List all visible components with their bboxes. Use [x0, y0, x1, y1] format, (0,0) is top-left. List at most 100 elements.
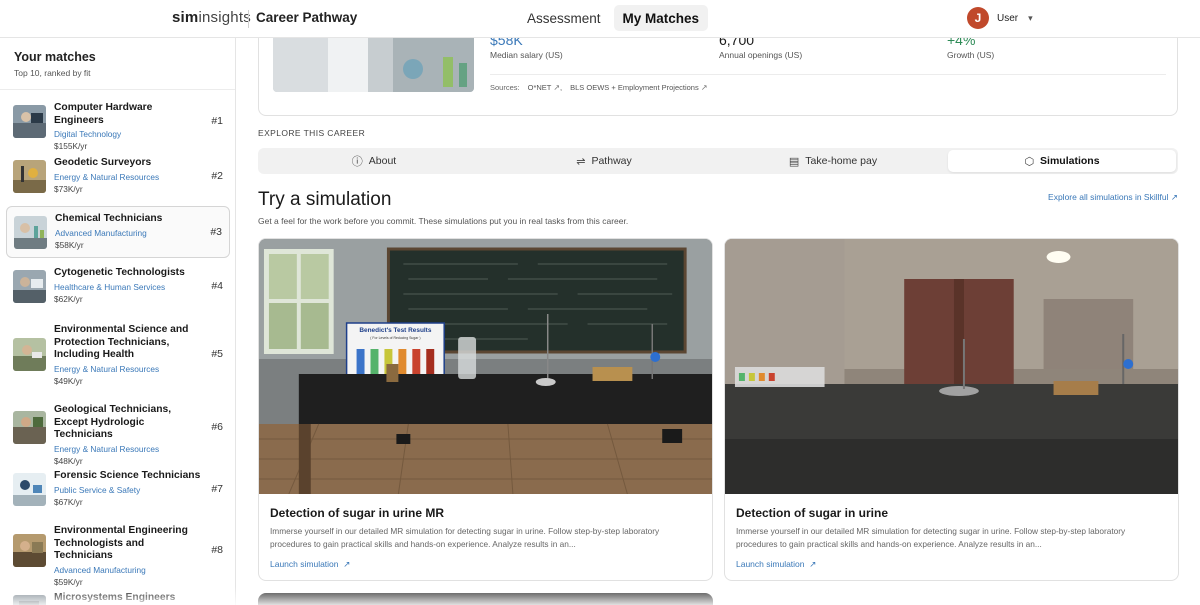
chevron-down-icon[interactable]: ▾	[1028, 13, 1033, 24]
stat-label: Growth (US)	[947, 50, 995, 60]
match-rank: #7	[211, 483, 223, 495]
brand-divider	[248, 10, 249, 28]
match-pay: $58K/yr	[55, 239, 84, 250]
match-item[interactable]: Computer Hardware Engineers Digital Tech…	[6, 100, 230, 151]
explore-all-simulations-link[interactable]: Explore all simulations in Skillful ↗	[1048, 192, 1178, 203]
match-category: Energy & Natural Resources	[54, 171, 160, 182]
section-subtitle: Get a feel for the work before you commi…	[258, 216, 629, 226]
match-category: Digital Technology	[54, 129, 122, 139]
match-title: Forensic Science Technicians	[54, 470, 201, 481]
simulation-preview-image	[725, 239, 1178, 494]
sources-label: Sources:	[490, 83, 520, 92]
simulation-title: Detection of sugar in urine	[736, 506, 889, 520]
match-title: Chemical Technicians	[55, 213, 163, 224]
stat-value: $58K	[490, 38, 523, 48]
match-pay: $48K/yr	[54, 455, 83, 466]
cube-icon: ⬡	[1024, 155, 1035, 168]
board-title: Benedict's Test Results	[359, 327, 431, 334]
main-content: $58K Median salary (US) 6,700 Annual ope…	[236, 38, 1200, 605]
match-item[interactable]: Environmental Science and Protection Tec…	[6, 322, 230, 388]
match-item[interactable]: Geodetic Surveyors Energy & Natural Reso…	[6, 155, 230, 199]
match-thumbnail	[13, 411, 46, 444]
match-thumbnail	[13, 160, 46, 193]
simulation-description: Immerse yourself in our detailed MR simu…	[270, 526, 660, 549]
match-item[interactable]: Forensic Science Technicians Public Serv…	[6, 470, 230, 514]
tab-take-home-pay[interactable]: ▤ Take-home pay	[719, 150, 947, 172]
stat-growth: +4% Growth (US)	[947, 38, 994, 60]
stat-value: 6,700	[719, 38, 755, 48]
match-category: Energy & Natural Resources	[54, 443, 160, 454]
source-bls-link[interactable]: BLS OEWS + Employment Projections ↗	[570, 83, 707, 92]
nav-tab-my-matches[interactable]: My Matches	[613, 5, 709, 31]
simulation-card-partial[interactable]	[258, 593, 713, 605]
stat-median-salary: $58K Median salary (US)	[490, 38, 563, 60]
source-onet-link[interactable]: O*NET ↗,	[528, 83, 563, 92]
user-menu[interactable]: J User ▾	[967, 7, 1033, 29]
stat-value: +4%	[947, 38, 976, 48]
match-item[interactable]: Microsystems Engineers	[6, 592, 230, 605]
stat-annual-openings: 6,700 Annual openings (US)	[719, 38, 802, 60]
match-item[interactable]: Environmental Engineering Technologists …	[6, 525, 230, 587]
tab-simulations[interactable]: ⬡ Simulations	[948, 150, 1176, 172]
main-nav: Assessment My Matches	[518, 5, 709, 31]
match-pay: $49K/yr	[54, 375, 83, 386]
section-title: Try a simulation	[258, 189, 392, 210]
explore-tabs: ⓘ About ⇌ Pathway ▤ Take-home pay ⬡ Simu…	[258, 148, 1178, 174]
matches-sidebar: Your matches Top 10, ranked by fit Compu…	[0, 38, 236, 605]
match-title: Environmental Engineering Technologists …	[54, 525, 188, 561]
board-subtitle: ( For Levels of Reducing Sugar )	[370, 336, 420, 340]
match-thumbnail	[13, 534, 46, 567]
match-item-active[interactable]: Chemical Technicians Advanced Manufactur…	[6, 206, 230, 258]
career-summary-card: $58K Median salary (US) 6,700 Annual ope…	[258, 38, 1178, 116]
avatar[interactable]: J	[967, 7, 989, 29]
external-link-icon: ↗	[700, 83, 708, 92]
user-name[interactable]: User	[997, 13, 1018, 24]
match-rank: #2	[211, 170, 223, 182]
simulation-preview-image: Benedict's Test Results ( For Levels of …	[259, 239, 712, 494]
match-thumbnail	[13, 595, 46, 605]
match-rank: #4	[211, 280, 223, 292]
stat-label: Median salary (US)	[490, 50, 563, 60]
top-bar: siminsights Career Pathway Assessment My…	[0, 0, 1200, 38]
match-pay: $62K/yr	[54, 293, 83, 304]
sidebar-subtitle: Top 10, ranked by fit	[14, 68, 91, 78]
match-rank: #1	[211, 115, 223, 127]
nav-tab-assessment[interactable]: Assessment	[518, 5, 610, 31]
match-thumbnail	[13, 338, 46, 371]
match-title: Geological Technicians, Except Hydrologi…	[54, 404, 172, 440]
match-pay: $67K/yr	[54, 496, 83, 507]
tab-about[interactable]: ⓘ About	[260, 150, 488, 172]
pathway-icon: ⇌	[576, 155, 586, 168]
simulation-card[interactable]: Benedict's Test Results ( For Levels of …	[258, 238, 713, 581]
info-icon: ⓘ	[351, 156, 363, 168]
launch-simulation-link[interactable]: Launch simulation ↗	[270, 559, 350, 570]
match-title: Microsystems Engineers	[54, 592, 176, 603]
match-category: Energy & Natural Resources	[54, 363, 160, 374]
match-pay: $59K/yr	[54, 576, 83, 587]
brand-logo[interactable]: siminsights	[172, 9, 251, 26]
match-item[interactable]: Geological Technicians, Except Hydrologi…	[6, 402, 230, 466]
external-link-icon: ↗	[1170, 192, 1178, 202]
explore-section-label: EXPLORE THIS CAREER	[258, 128, 366, 138]
launch-simulation-link[interactable]: Launch simulation ↗	[736, 559, 816, 570]
app-title: Career Pathway	[256, 10, 358, 25]
match-rank: #5	[211, 348, 223, 360]
simulation-description: Immerse yourself in our detailed MR simu…	[736, 526, 1126, 549]
match-rank: #3	[210, 226, 222, 238]
match-category: Healthcare & Human Services	[54, 281, 166, 292]
stat-label: Annual openings (US)	[719, 50, 803, 60]
match-item[interactable]: Cytogenetic Technologists Healthcare & H…	[6, 265, 230, 309]
sources-row: Sources: O*NET ↗, BLS OEWS + Employment …	[490, 74, 1166, 92]
tab-pathway[interactable]: ⇌ Pathway	[490, 150, 718, 172]
sidebar-header: Your matches Top 10, ranked by fit	[0, 38, 235, 90]
match-category: Advanced Manufacturing	[54, 564, 146, 575]
match-thumbnail	[13, 473, 46, 506]
wallet-icon: ▤	[788, 155, 800, 168]
match-title: Cytogenetic Technologists	[54, 267, 185, 278]
arrow-up-right-icon: ↗	[343, 559, 351, 569]
match-thumbnail	[13, 105, 46, 138]
simulation-card[interactable]: Detection of sugar in urine Immerse your…	[724, 238, 1179, 581]
match-category: Advanced Manufacturing	[55, 227, 147, 238]
arrow-up-right-icon: ↗	[809, 559, 817, 569]
match-title: Environmental Science and Protection Tec…	[54, 324, 189, 360]
